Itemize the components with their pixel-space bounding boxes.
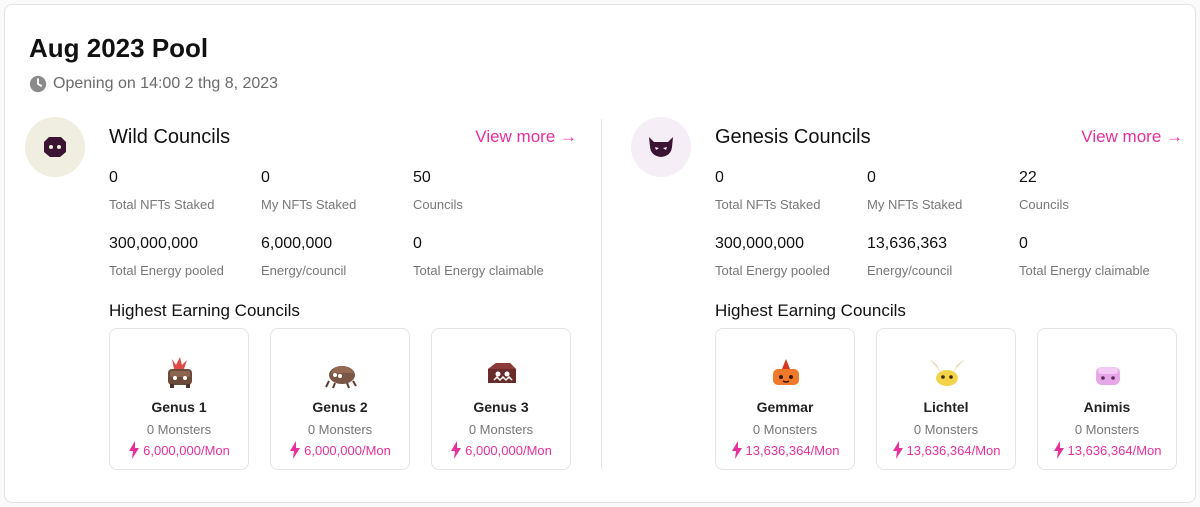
stat-label: Total Energy claimable: [1019, 263, 1150, 278]
council-monsters: 0 Monsters: [752, 422, 818, 437]
council-name: Genus 1: [151, 399, 207, 415]
council-rate-value: 6,000,000/Mon: [304, 442, 391, 458]
stat-total-energy-pooled: 300,000,000 Total Energy pooled: [109, 235, 259, 278]
wild-councils-section: Wild Councils View more → 0 Total NFTs S…: [25, 117, 585, 477]
council-card-gemmar[interactable]: Gemmar 0 Monsters 13,636,364/Mon: [715, 328, 855, 470]
stat-total-energy-pooled: 300,000,000 Total Energy pooled: [715, 235, 865, 278]
council-name: Lichtel: [923, 399, 969, 415]
animis-monster-icon: [1096, 367, 1120, 385]
council-name: Animis: [1083, 399, 1131, 415]
council-rate: 6,000,000/Mon: [110, 441, 248, 459]
council-rate: 13,636,364/Mon: [877, 441, 1015, 459]
lichtel-monster-icon: [929, 359, 965, 386]
council-rate-value: 6,000,000/Mon: [143, 442, 230, 458]
wild-view-more-link[interactable]: View more →: [475, 127, 577, 147]
stat-value: 22: [1019, 169, 1037, 186]
council-rate-value: 13,636,364/Mon: [745, 442, 840, 458]
stat-label: Total Energy claimable: [413, 263, 544, 278]
council-monsters: 0 Monsters: [307, 422, 373, 437]
clock-icon: [29, 75, 47, 93]
genesis-councils-section: Genesis Councils View more → 0 Total NFT…: [631, 117, 1191, 477]
council-card-genus-2[interactable]: Genus 2 0 Monsters 6,000,000/Mon: [270, 328, 410, 470]
genesis-highest-earning-title: Highest Earning Councils: [715, 301, 906, 320]
stat-total-nfts-staked: 0 Total NFTs Staked: [715, 169, 865, 212]
energy-bolt-icon: [290, 441, 301, 459]
council-rate-value: 6,000,000/Mon: [465, 442, 552, 458]
stat-value: 300,000,000: [109, 235, 198, 252]
council-name: Gemmar: [756, 399, 814, 415]
genesis-councils-avatar: [631, 117, 691, 177]
wild-highest-earning-title: Highest Earning Councils: [109, 301, 300, 320]
stat-councils: 50 Councils: [413, 169, 563, 212]
council-card-genus-1[interactable]: Genus 1 0 Monsters 6,000,000/Mon: [109, 328, 249, 470]
pool-title: Aug 2023 Pool: [29, 33, 209, 63]
wild-mask-icon: [44, 137, 66, 157]
council-monsters: 0 Monsters: [468, 422, 534, 437]
stat-label: My NFTs Staked: [867, 197, 963, 212]
section-divider: [601, 119, 602, 469]
genesis-top-councils: Gemmar 0 Monsters 13,636,364/Mon Lichtel…: [715, 328, 1177, 470]
genesis-devil-mask-icon: [649, 137, 673, 157]
stat-value: 0: [715, 169, 724, 186]
council-name: Genus 2: [312, 399, 368, 415]
stat-my-nfts-staked: 0 My NFTs Staked: [867, 169, 1017, 212]
genesis-councils-title: Genesis Councils: [715, 126, 871, 148]
energy-bolt-icon: [731, 441, 742, 459]
energy-bolt-icon: [129, 441, 140, 459]
stat-total-energy-claimable: 0 Total Energy claimable: [413, 235, 563, 278]
gemmar-monster-icon: [773, 359, 799, 385]
council-monsters: 0 Monsters: [146, 422, 212, 437]
council-rate: 6,000,000/Mon: [271, 441, 409, 459]
wild-councils-avatar: [25, 117, 85, 177]
stat-label: Energy/council: [867, 263, 953, 278]
opening-time: Opening on 14:00 2 thg 8, 2023: [29, 75, 278, 93]
stat-value: 6,000,000: [261, 235, 333, 252]
council-rate: 6,000,000/Mon: [432, 441, 570, 459]
stat-value: 0: [867, 169, 876, 186]
council-name: Genus 3: [473, 399, 529, 415]
wild-top-councils: Genus 1 0 Monsters 6,000,000/Mon Genus 2…: [109, 328, 571, 470]
council-rate-value: 13,636,364/Mon: [906, 442, 1001, 458]
stat-councils: 22 Councils: [1019, 169, 1169, 212]
stat-label: Total Energy pooled: [109, 263, 224, 278]
council-monsters: 0 Monsters: [1074, 422, 1140, 437]
stat-total-energy-claimable: 0 Total Energy claimable: [1019, 235, 1169, 278]
opening-text: Opening on 14:00 2 thg 8, 2023: [53, 75, 279, 92]
pool-card: Aug 2023 Pool Opening on 14:00 2 thg 8, …: [4, 4, 1196, 503]
stat-label: Total NFTs Staked: [109, 197, 215, 212]
council-monsters: 0 Monsters: [913, 422, 979, 437]
energy-bolt-icon: [892, 441, 903, 459]
genus-1-monster-icon: [168, 357, 192, 388]
stat-label: My NFTs Staked: [261, 197, 357, 212]
stat-total-nfts-staked: 0 Total NFTs Staked: [109, 169, 259, 212]
council-card-lichtel[interactable]: Lichtel 0 Monsters 13,636,364/Mon: [876, 328, 1016, 470]
genesis-view-more-link[interactable]: View more →: [1081, 127, 1183, 147]
stat-value: 50: [413, 169, 431, 186]
stat-label: Councils: [413, 197, 463, 212]
council-card-genus-3[interactable]: Genus 3 0 Monsters 6,000,000/Mon: [431, 328, 571, 470]
wild-councils-title: Wild Councils: [109, 126, 231, 148]
stat-label: Total NFTs Staked: [715, 197, 821, 212]
genus-2-monster-icon: [325, 365, 357, 389]
council-rate: 13,636,364/Mon: [716, 441, 854, 459]
energy-bolt-icon: [451, 441, 462, 459]
genus-3-monster-icon: [488, 363, 516, 383]
stat-value: 0: [261, 169, 270, 186]
energy-bolt-icon: [1053, 441, 1064, 459]
stat-label: Total Energy pooled: [715, 263, 830, 278]
stat-label: Councils: [1019, 197, 1069, 212]
stat-value: 300,000,000: [715, 235, 804, 252]
stat-energy-per-council: 6,000,000 Energy/council: [261, 235, 411, 278]
stat-my-nfts-staked: 0 My NFTs Staked: [261, 169, 411, 212]
stat-label: Energy/council: [261, 263, 347, 278]
stat-value: 13,636,363: [867, 235, 948, 252]
council-card-animis[interactable]: Animis 0 Monsters 13,636,364/Mon: [1037, 328, 1177, 470]
stat-energy-per-council: 13,636,363 Energy/council: [867, 235, 1017, 278]
council-rate-value: 13,636,364/Mon: [1067, 442, 1162, 458]
council-rate: 13,636,364/Mon: [1038, 441, 1176, 459]
stat-value: 0: [109, 169, 118, 186]
stat-value: 0: [1019, 235, 1028, 252]
stat-value: 0: [413, 235, 422, 252]
